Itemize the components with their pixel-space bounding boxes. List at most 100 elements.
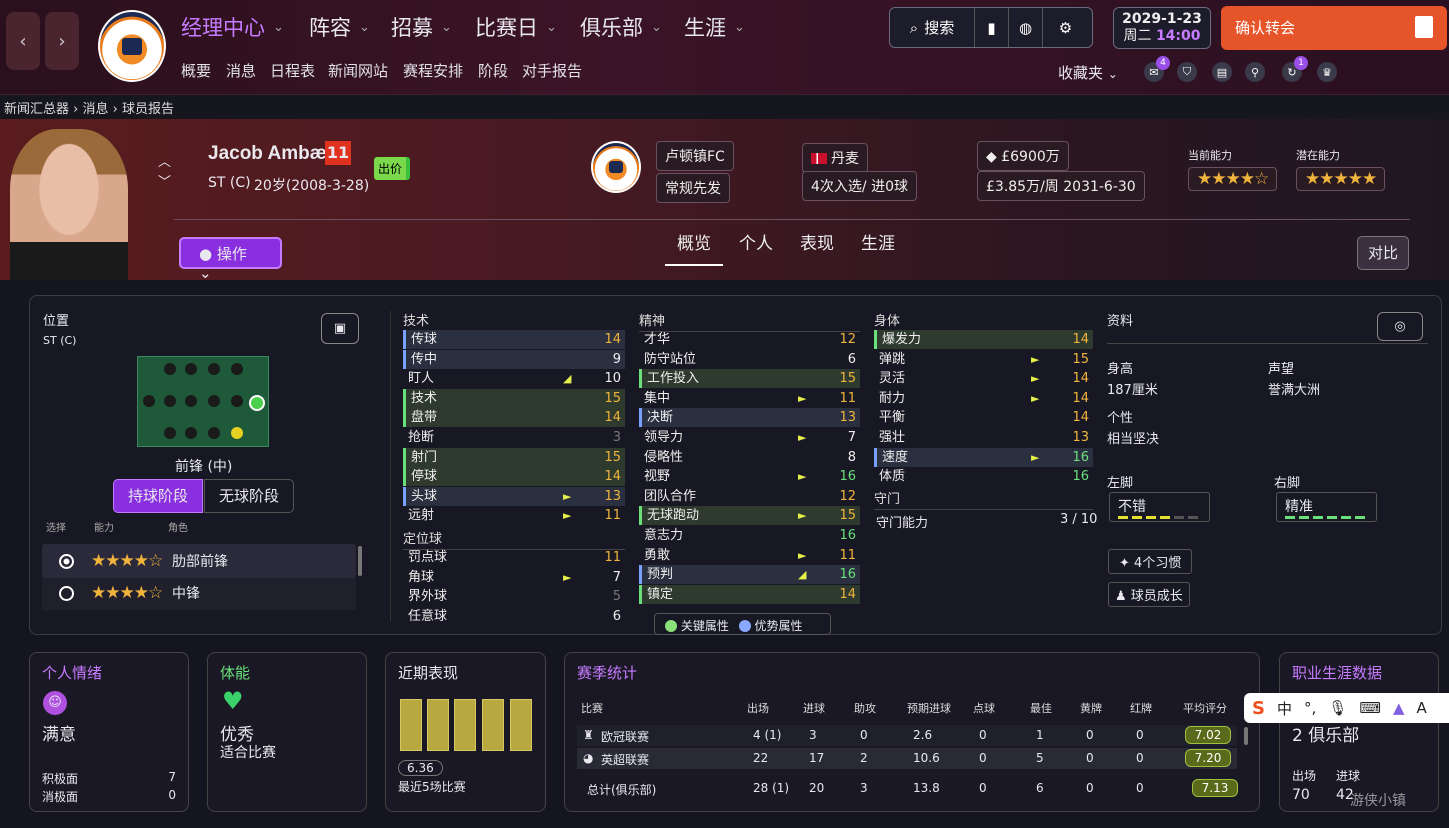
tab-overview[interactable]: 概览	[665, 229, 723, 266]
microphone-icon[interactable]: 🎙	[1328, 699, 1347, 717]
attribute-row[interactable]: 抢断 3	[403, 428, 625, 447]
next-player-icon[interactable]: ﹀	[158, 171, 171, 190]
pitch-position-dot[interactable]	[164, 363, 176, 375]
menu-recruitment[interactable]: 招募 ⌄	[391, 12, 452, 42]
submenu-calendar[interactable]: 日程表	[270, 60, 315, 81]
attribute-row[interactable]: 传中 9	[403, 349, 625, 369]
attribute-row[interactable]: 技术 15	[403, 388, 625, 408]
radio-unselected[interactable]	[59, 586, 74, 601]
attribute-row[interactable]: 无球跑动 ► 15	[639, 506, 860, 526]
scout-icon[interactable]: ⚲	[1245, 62, 1265, 82]
attribute-row[interactable]: 意志力 16	[639, 526, 860, 545]
attribute-row[interactable]: 盘带 14	[403, 408, 625, 428]
attribute-row[interactable]: 侵略性 8	[639, 448, 860, 467]
attribute-row[interactable]: 强壮 13	[874, 428, 1093, 447]
breadcrumb-item[interactable]: 新闻汇总器	[4, 102, 69, 117]
attribute-row[interactable]: 团队合作 12	[639, 487, 860, 506]
pitch-position-dot[interactable]	[185, 363, 197, 375]
role-row[interactable]: ★★★★☆ 肋部前锋	[42, 544, 356, 578]
submenu-overview[interactable]: 概要	[181, 60, 211, 81]
attribute-row[interactable]: 弹跳 ► 15	[874, 350, 1093, 369]
role-row[interactable]: ★★★★☆ 中锋	[42, 578, 356, 610]
trophy-icon[interactable]: ♛	[1317, 62, 1337, 82]
attribute-row[interactable]: 体质 16	[874, 467, 1093, 486]
attribute-row[interactable]: 平衡 14	[874, 408, 1093, 427]
growth-button[interactable]: ♟ 球员成长	[1108, 582, 1190, 607]
pitch-position-dot[interactable]	[143, 395, 155, 407]
attribute-row[interactable]: 决断 13	[639, 408, 860, 428]
attribute-row[interactable]: 领导力 ► 7	[639, 428, 860, 447]
attribute-row[interactable]: 灵活 ► 14	[874, 369, 1093, 388]
attribute-row[interactable]: 传球 14	[403, 330, 625, 349]
form-card[interactable]: 近期表现 6.36 最近5场比赛	[385, 652, 546, 812]
menu-career[interactable]: 生涯 ⌄	[684, 12, 745, 42]
fitness-card[interactable]: 体能 ♥ 优秀 适合比赛	[207, 652, 367, 812]
keyboard-icon[interactable]: ⌨	[1359, 699, 1381, 717]
pitch-position-dot-secondary[interactable]	[231, 427, 243, 439]
habits-button[interactable]: ✦ 4个习惯	[1108, 549, 1193, 574]
bid-button[interactable]: 出价	[374, 157, 411, 180]
pitch-position-dot[interactable]	[231, 363, 243, 375]
compare-button[interactable]: 对比	[1357, 236, 1409, 270]
search-button[interactable]: ⌕ 搜索	[890, 8, 975, 47]
submenu-opponent-report[interactable]: 对手报告	[522, 60, 582, 81]
out-of-possession-tab[interactable]: 无球阶段	[204, 479, 294, 513]
nationality[interactable]: 丹麦	[802, 143, 868, 173]
club-crest-icon[interactable]	[98, 10, 166, 82]
radio-selected[interactable]	[59, 554, 74, 569]
refresh-icon[interactable]: ↻ 1	[1282, 56, 1308, 82]
attribute-row[interactable]: 镇定 14	[639, 584, 860, 604]
tab-career[interactable]: 生涯	[861, 229, 895, 254]
season-scrollbar[interactable]	[1244, 727, 1248, 745]
back-button[interactable]: ‹	[6, 12, 40, 70]
attribute-row[interactable]: 速度 ► 16	[874, 447, 1093, 467]
attribute-row[interactable]: 预判 ◢ 16	[639, 565, 860, 585]
shirt-icon[interactable]: ⛉	[1177, 62, 1197, 82]
morale-card[interactable]: 个人情绪 ☺ 满意 积极面 7 消极面 0	[29, 652, 189, 812]
date-display[interactable]: 2029-1-23 周二 14:00	[1113, 7, 1211, 49]
attribute-row[interactable]: 爆发力 14	[874, 330, 1093, 349]
font-icon[interactable]: A	[1417, 699, 1427, 717]
attribute-row[interactable]: 头球 ► 13	[403, 486, 625, 506]
favorites-menu[interactable]: 收藏夹 ⌄	[1058, 62, 1118, 83]
pitch-position-dot[interactable]	[231, 395, 243, 407]
submenu-news[interactable]: 新闻网站	[328, 60, 388, 81]
career-card[interactable]: 职业生涯数据 2 俱乐部 出场 70 进球 42	[1279, 652, 1439, 812]
attribute-row[interactable]: 盯人 ◢ 10	[403, 369, 625, 388]
attribute-row[interactable]: 视野 ► 16	[639, 467, 860, 486]
action-button[interactable]: ● 操作 ⌄	[179, 237, 282, 282]
tab-performance[interactable]: 表现	[800, 229, 834, 254]
tab-personal[interactable]: 个人	[739, 229, 773, 254]
attribute-row[interactable]: 角球 ► 7	[403, 568, 625, 587]
attribute-row[interactable]: 射门 15	[403, 447, 625, 467]
season-stats-card[interactable]: 赛季统计 比赛 出场 进球 助攻 预期进球 点球 最佳 黄牌 红牌 平均评分 欧冠联赛 4 (1) 3 0…	[564, 652, 1260, 812]
pitch-position-dot-active[interactable]	[249, 395, 265, 411]
pitch-position-dot[interactable]	[185, 395, 197, 407]
submenu-stages[interactable]: 阶段	[478, 60, 508, 81]
attribute-row[interactable]: 远射 ► 11	[403, 506, 625, 525]
chat-icon[interactable]: ✉ 4	[1144, 56, 1170, 82]
clipboard-icon[interactable]: ▤	[1212, 62, 1232, 82]
pitch-position-dot[interactable]	[208, 395, 220, 407]
pitch-position-dot[interactable]	[164, 395, 176, 407]
globe-button[interactable]: ◍	[1009, 8, 1043, 47]
submenu-messages[interactable]: 消息	[226, 60, 256, 81]
attribute-row[interactable]: 耐力 ► 14	[874, 389, 1093, 408]
pitch-position-dot[interactable]	[208, 363, 220, 375]
breadcrumb-item[interactable]: 消息	[82, 102, 108, 117]
settings-button[interactable]: ⚙	[1043, 8, 1088, 47]
attribute-row[interactable]: 停球 14	[403, 467, 625, 487]
pitch-position-dot[interactable]	[164, 427, 176, 439]
ime-toolbar[interactable]: S 中 °, 🎙 ⌨ ▲ A	[1244, 693, 1449, 723]
forward-button[interactable]: ›	[45, 12, 79, 70]
menu-manager-center[interactable]: 经理中心 ⌄	[181, 12, 284, 42]
ime-lang[interactable]: 中	[1277, 698, 1292, 719]
pitch-position-dot[interactable]	[208, 427, 220, 439]
menu-matchday[interactable]: 比赛日 ⌄	[475, 12, 557, 42]
menu-club[interactable]: 俱乐部 ⌄	[580, 12, 662, 42]
player-profile-icon[interactable]: ◎	[1377, 312, 1423, 341]
submenu-fixtures[interactable]: 赛程安排	[403, 60, 463, 81]
position-view-toggle-icon[interactable]: ▣	[321, 313, 359, 344]
in-possession-tab[interactable]: 持球阶段	[113, 479, 203, 513]
skin-icon[interactable]: ▲	[1393, 699, 1405, 717]
